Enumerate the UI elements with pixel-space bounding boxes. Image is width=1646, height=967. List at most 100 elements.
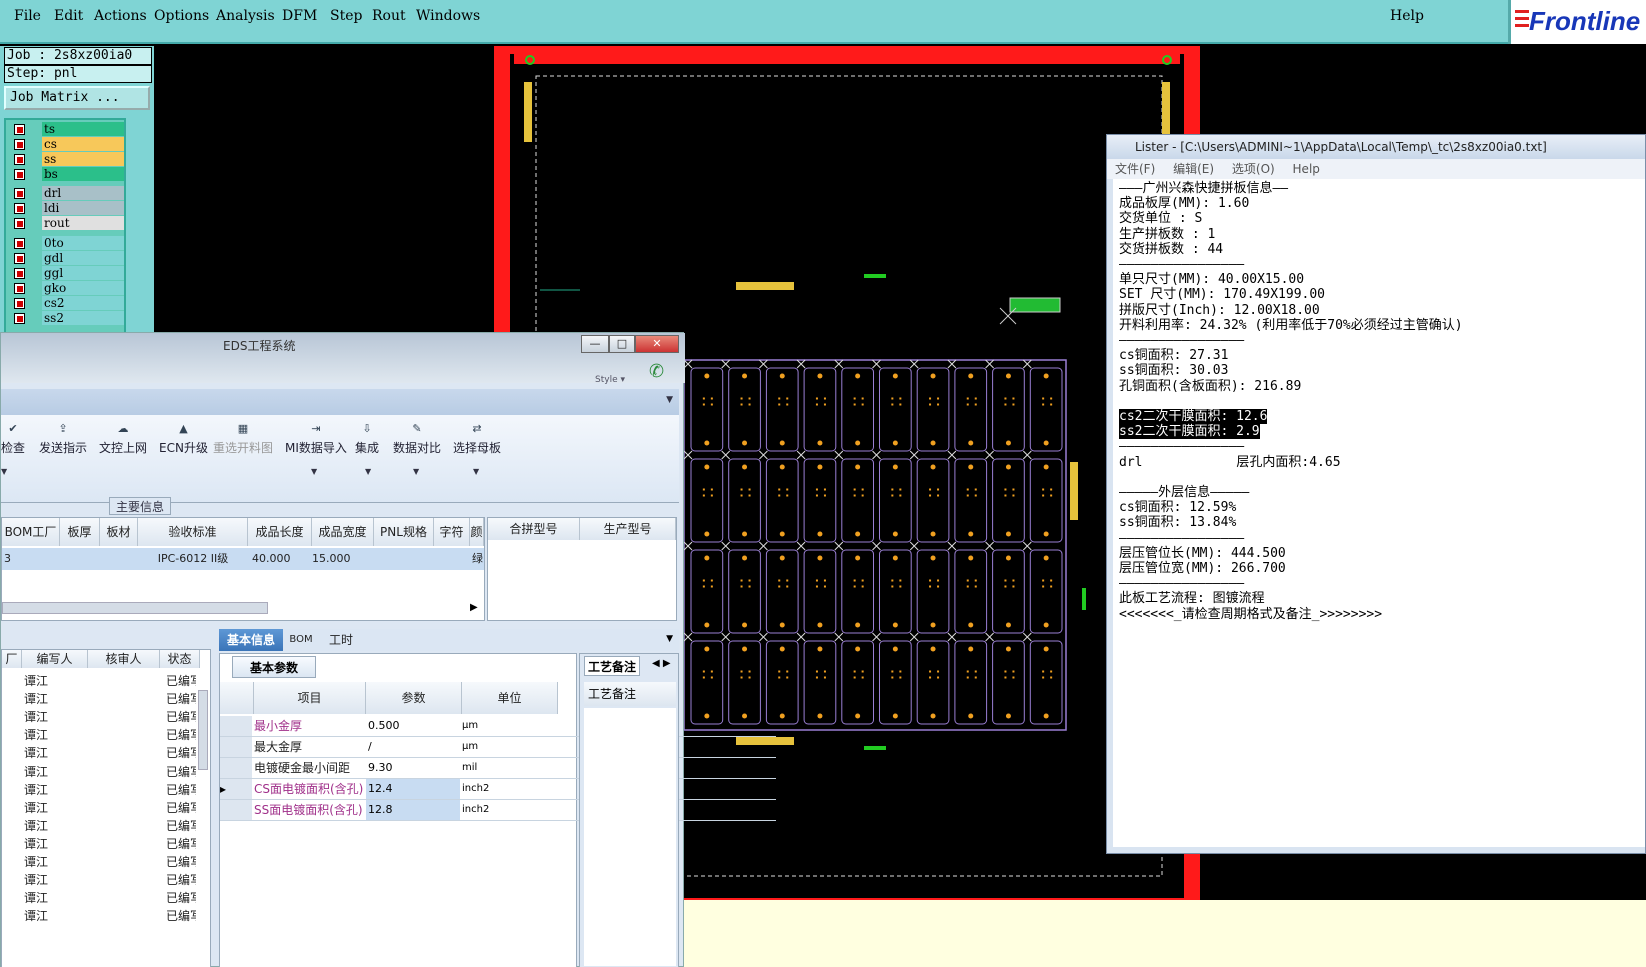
menu-help[interactable]: Help (1390, 8, 1424, 24)
lister-menu-file[interactable]: 文件(F) (1115, 162, 1155, 176)
list-header-col[interactable]: 厂 (2, 650, 22, 668)
style-dropdown[interactable]: Style ▾ (595, 375, 625, 385)
main-cell[interactable]: 3 (4, 548, 11, 570)
remark-body[interactable] (584, 708, 676, 966)
ribbon-button-6[interactable]: ⇩ 集成 (355, 423, 379, 456)
layer-row-cs2[interactable]: cs2 (8, 296, 124, 311)
list-item[interactable]: 谭江 已编写 (2, 726, 212, 744)
lister-titlebar[interactable]: Lister - [C:\Users\ADMINI~1\AppData\Loca… (1107, 135, 1645, 159)
production-header-col[interactable]: 生产型号 (580, 518, 676, 540)
params-row[interactable]: 电镀硬金最小间距 9.30 mil (220, 758, 776, 779)
ribbon-button-1[interactable]: ⇪ 发送指示 (39, 423, 87, 456)
list-item[interactable]: 谭江 已编写 (2, 708, 212, 726)
layer-name[interactable]: ggl (42, 266, 124, 280)
layer-row-cs[interactable]: cs (8, 137, 124, 152)
tab-hours[interactable]: 工时 (323, 629, 359, 651)
list-item[interactable]: 谭江 已编写 (2, 763, 212, 781)
list-header-col[interactable]: 状态 (160, 650, 200, 668)
list-item[interactable]: 谭江 已编写 (2, 799, 212, 817)
job-matrix-button[interactable]: Job Matrix ... (4, 86, 150, 110)
layer-row-ss[interactable]: ss (8, 152, 124, 167)
subtab-basic-params[interactable]: 基本参数 (232, 656, 316, 678)
layer-name[interactable]: rout (42, 216, 124, 230)
params-header-col[interactable]: 参数 (366, 682, 462, 714)
layer-name[interactable]: cs (42, 137, 124, 151)
close-button[interactable]: ✕ (635, 335, 679, 353)
tab-scroll-icon[interactable]: ◀ ▶ (652, 658, 671, 669)
layer-checkbox[interactable] (14, 139, 25, 150)
layer-name[interactable]: 0to (42, 236, 124, 250)
menu-edit[interactable]: Edit (54, 8, 83, 24)
list-item[interactable]: 谭江 已编写 (2, 781, 212, 799)
ribbon-button-3[interactable]: ▲ ECN升级 (159, 423, 208, 456)
main-header-col[interactable]: BOM工厂 (2, 518, 60, 546)
lister-menu-options[interactable]: 选项(O) (1232, 162, 1275, 176)
layer-name[interactable]: gdl (42, 251, 124, 265)
ribbon-button-2[interactable]: ☁ 文控上网 (99, 423, 147, 456)
layer-name[interactable]: cs2 (42, 296, 124, 310)
list-item[interactable]: 谭江 已编写 (2, 871, 212, 889)
layer-row-gko[interactable]: gko (8, 281, 124, 296)
v-scrollbar[interactable] (198, 690, 208, 770)
layer-name[interactable]: drl (42, 186, 124, 200)
layer-row-ldi[interactable]: ldi (8, 201, 124, 216)
layer-checkbox[interactable] (14, 169, 25, 180)
main-header-col[interactable]: 颜 (470, 518, 484, 546)
ribbon-button-7[interactable]: ✎ 数据对比 (393, 423, 441, 456)
layer-row-ss2[interactable]: ss2 (8, 311, 124, 326)
ribbon-dropdown-icon[interactable]: ▼ (311, 467, 317, 476)
main-header-col[interactable]: 成品宽度 (312, 518, 374, 546)
ribbon-button-0[interactable]: ✔ 检查 (1, 423, 25, 456)
layer-row-0to[interactable]: 0to (8, 236, 124, 251)
layer-name[interactable]: gko (42, 281, 124, 295)
main-cell[interactable]: 15.000 (312, 548, 351, 570)
lister-menu-help[interactable]: Help (1293, 162, 1320, 176)
layer-row-ggl[interactable]: ggl (8, 266, 124, 281)
main-header-col[interactable]: 板厚 (60, 518, 100, 546)
main-cell[interactable]: IPC-6012 II级 (138, 548, 248, 570)
param-value[interactable]: 0.500 (366, 716, 460, 736)
layer-checkbox[interactable] (14, 268, 25, 279)
menu-actions[interactable]: Actions (94, 8, 147, 24)
main-header-col[interactable]: 字符 (434, 518, 470, 546)
list-item[interactable]: 谭江 已编写 (2, 853, 212, 871)
menu-dfm[interactable]: DFM (282, 8, 317, 24)
layer-checkbox[interactable] (14, 203, 25, 214)
layer-checkbox[interactable] (14, 218, 25, 229)
layer-row-drl[interactable]: drl (8, 186, 124, 201)
collapse-icon[interactable]: ▼ (666, 395, 673, 405)
ribbon-dropdown-icon[interactable]: ▼ (473, 467, 479, 476)
param-value[interactable]: / (366, 737, 460, 757)
main-header-col[interactable]: 板材 (100, 518, 138, 546)
list-item[interactable]: 谭江 已编写 (2, 744, 212, 762)
param-value[interactable]: 12.4 (366, 779, 460, 799)
list-header-col[interactable]: 核审人 (88, 650, 160, 668)
list-item[interactable]: 谭江 已编写 (2, 672, 212, 690)
list-item[interactable]: 谭江 已编写 (2, 889, 212, 907)
maximize-button[interactable]: □ (609, 335, 635, 353)
layer-row-rout[interactable]: rout (8, 216, 124, 231)
layer-checkbox[interactable] (14, 313, 25, 324)
params-row[interactable]: 最小金厚 0.500 μm (220, 716, 776, 737)
minimize-button[interactable]: — (581, 335, 609, 353)
params-header-col[interactable]: 单位 (462, 682, 558, 714)
ribbon-dropdown-icon[interactable]: ▼ (413, 467, 419, 476)
main-header-col[interactable]: PNL规格 (374, 518, 434, 546)
list-item[interactable]: 谭江 已编写 (2, 835, 212, 853)
h-scrollbar[interactable] (2, 602, 268, 614)
remark-tab[interactable]: 工艺备注 (584, 656, 641, 676)
layer-row-bs[interactable]: bs (8, 167, 124, 182)
layer-row-ts[interactable]: ts (8, 122, 124, 137)
menu-file[interactable]: File (14, 8, 41, 24)
menu-analysis[interactable]: Analysis (216, 8, 275, 24)
param-value[interactable]: 9.30 (366, 758, 460, 778)
menu-step[interactable]: Step (330, 8, 362, 24)
tab-bom[interactable]: BOM (285, 629, 317, 651)
list-item[interactable]: 谭江 已编写 (2, 690, 212, 708)
main-header-col[interactable]: 验收标准 (138, 518, 248, 546)
list-item[interactable]: 谭江 已编写 (2, 907, 212, 925)
main-cell[interactable]: 绿 (472, 548, 483, 570)
list-header-col[interactable]: 编写人 (22, 650, 88, 668)
menu-options[interactable]: Options (154, 8, 209, 24)
ribbon-dropdown-icon[interactable]: ▼ (365, 467, 371, 476)
